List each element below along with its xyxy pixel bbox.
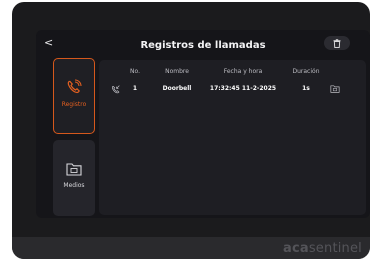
table-row[interactable]: 1 Doorbell 17:32:45 11-2-2025 1s bbox=[99, 85, 366, 97]
phone-call-icon bbox=[67, 79, 82, 94]
device-bezel: < Registros de llamadas Registro Medios … bbox=[12, 2, 370, 259]
cell-no: 1 bbox=[132, 85, 138, 92]
sidebar-item-medios[interactable]: Medios bbox=[53, 140, 95, 216]
device-base: acasentinel bbox=[12, 237, 370, 259]
column-header-nombre: Nombre bbox=[165, 68, 189, 75]
display-screen: < Registros de llamadas Registro Medios … bbox=[36, 30, 370, 218]
folder-media-icon bbox=[66, 163, 82, 176]
cell-duracion: 1s bbox=[302, 85, 310, 92]
cell-nombre: Doorbell bbox=[162, 85, 192, 92]
sidebar-item-registro[interactable]: Registro bbox=[53, 58, 95, 134]
column-header-no: No. bbox=[130, 68, 140, 75]
delete-button[interactable] bbox=[324, 36, 350, 50]
incoming-call-icon bbox=[109, 85, 121, 96]
brand-logo: acasentinel bbox=[282, 241, 362, 256]
page-title: Registros de llamadas bbox=[140, 40, 266, 51]
call-log-table: No. Nombre Fecha y hora Duración 1 Doorb… bbox=[99, 60, 366, 215]
column-header-fecha: Fecha y hora bbox=[223, 68, 263, 75]
sidebar-item-label: Registro bbox=[61, 101, 87, 108]
column-header-duracion: Duración bbox=[292, 68, 320, 75]
media-folder-icon[interactable] bbox=[328, 85, 342, 95]
cell-fecha: 17:32:45 11-2-2025 bbox=[209, 85, 277, 92]
sidebar-item-label: Medios bbox=[63, 182, 85, 189]
trash-icon bbox=[333, 38, 341, 48]
